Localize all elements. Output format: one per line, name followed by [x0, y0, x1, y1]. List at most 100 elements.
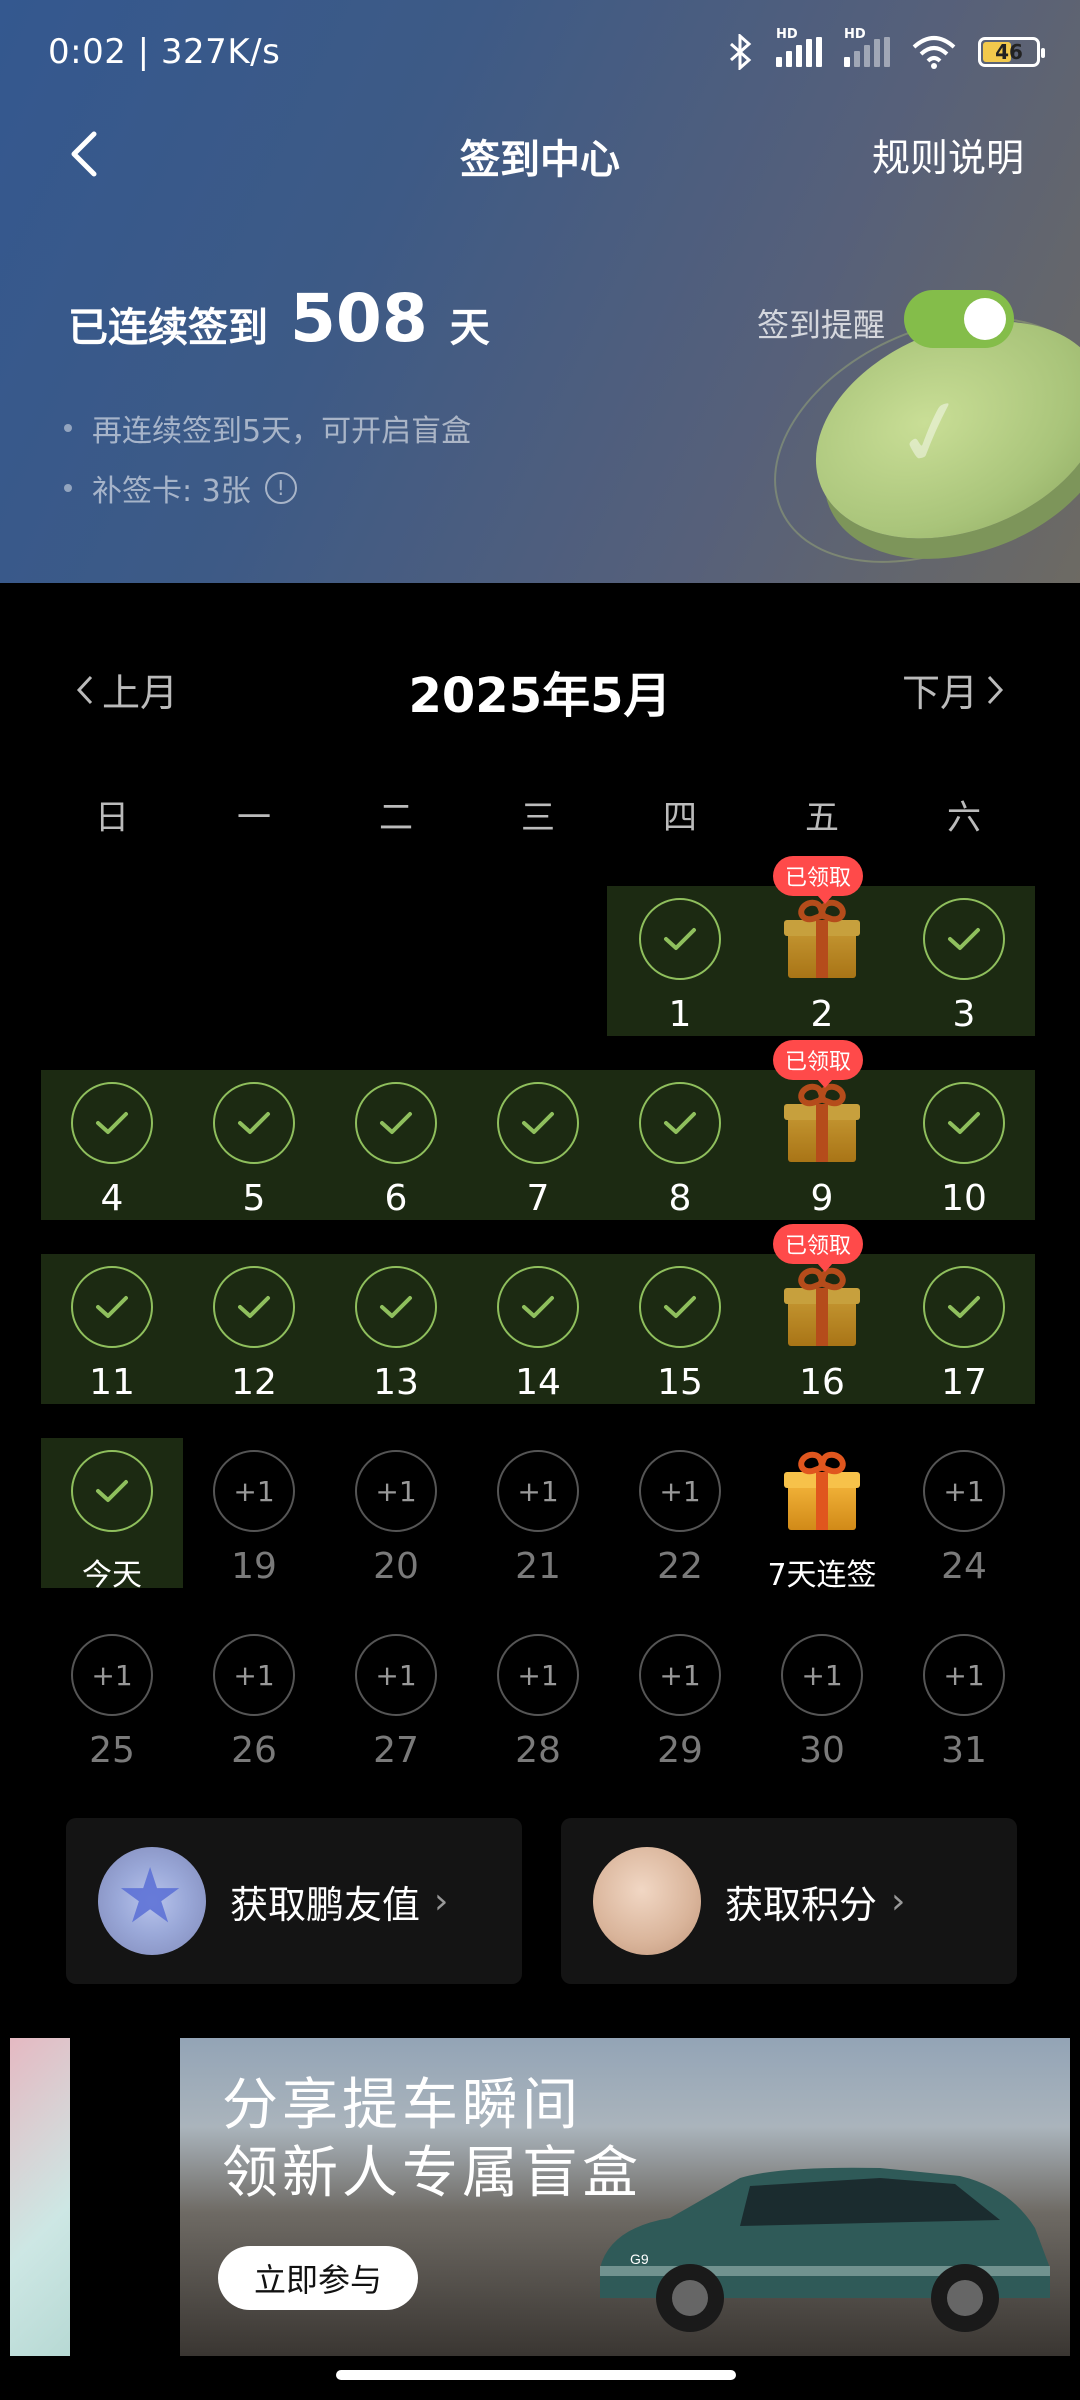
month-nav: 上月 2025年5月 下月: [0, 650, 1080, 724]
day-label: 9: [810, 1178, 834, 1219]
claimed-badge: 已领取: [773, 1224, 864, 1272]
day-label: 14: [515, 1362, 561, 1403]
day-label: 15: [657, 1362, 703, 1403]
day-label: 29: [657, 1730, 703, 1771]
banner-prev-slide[interactable]: [10, 2038, 70, 2356]
day-label: 22: [657, 1546, 703, 1587]
note-item: 再连续签到5天，可开启盲盒: [64, 398, 471, 458]
calendar-day[interactable]: +1 28: [467, 1622, 609, 1772]
calendar-day[interactable]: +1 29: [609, 1622, 751, 1772]
calendar-day[interactable]: 13: [325, 1254, 467, 1404]
calendar-day[interactable]: +1 30: [751, 1622, 893, 1772]
day-label: 12: [231, 1362, 277, 1403]
day-label: 3: [952, 994, 976, 1035]
calendar-day[interactable]: 11: [41, 1254, 183, 1404]
calendar-day[interactable]: 7: [467, 1070, 609, 1220]
hd-label: HD: [776, 27, 798, 42]
day-label: 21: [515, 1546, 561, 1587]
hd-label-2: HD: [844, 27, 866, 42]
calendar-day[interactable]: 4: [41, 1070, 183, 1220]
calendar-day[interactable]: 1: [609, 886, 751, 1036]
streak-suffix: 天: [449, 305, 490, 351]
weekday-sun: 日: [95, 798, 129, 838]
check-icon: [71, 1266, 153, 1348]
get-friend-value-card[interactable]: 获取鹏友值 ›: [66, 1818, 522, 1984]
note-item: 补签卡: 3张!: [64, 458, 471, 518]
calendar-day[interactable]: 17: [893, 1254, 1035, 1404]
check-icon: [639, 898, 721, 980]
day-label: 19: [231, 1546, 277, 1587]
calendar-day[interactable]: 7天连签: [751, 1438, 893, 1593]
rules-link[interactable]: 规则说明: [872, 127, 1024, 182]
promo-banner[interactable]: 分享提车瞬间 领新人专属盲盒 立即参与 G9: [180, 2038, 1070, 2356]
star-avatar-icon: [98, 1847, 206, 1955]
home-indicator[interactable]: [336, 2370, 736, 2380]
calendar-day[interactable]: +1 24: [893, 1438, 1035, 1588]
calendar-day[interactable]: +1 31: [893, 1622, 1035, 1772]
status-bar: 0:02 | 327K/s HD HD 46: [48, 27, 1045, 76]
gift-icon: [784, 1080, 860, 1164]
calendar-day[interactable]: +1 25: [41, 1622, 183, 1772]
info-icon[interactable]: !: [264, 472, 297, 504]
day-label: 30: [799, 1730, 845, 1771]
calendar-day[interactable]: +1 27: [325, 1622, 467, 1772]
calendar-day[interactable]: 6: [325, 1070, 467, 1220]
calendar-day[interactable]: 今天: [41, 1438, 183, 1593]
calendar-day[interactable]: 10: [893, 1070, 1035, 1220]
calendar-day[interactable]: 已领取 16: [751, 1224, 893, 1404]
calendar-day[interactable]: 8: [609, 1070, 751, 1220]
calendar-day[interactable]: 已领取 9: [751, 1040, 893, 1220]
check-icon: [213, 1082, 295, 1164]
check-icon: [923, 1082, 1005, 1164]
day-label: 5: [242, 1178, 266, 1219]
header: 0:02 | 327K/s HD HD 46 签到中心 规则说明 已连续签到 5…: [0, 0, 1080, 583]
calendar-day[interactable]: 5: [183, 1070, 325, 1220]
calendar-day[interactable]: +1 22: [609, 1438, 751, 1588]
plus-one-icon: +1: [213, 1634, 295, 1716]
check-icon: [639, 1082, 721, 1164]
next-month-button[interactable]: 下月: [902, 662, 1004, 717]
bluetooth-icon: [730, 34, 752, 70]
day-label: 17: [941, 1362, 987, 1403]
chevron-right-icon: [987, 675, 1004, 704]
plus-one-icon: +1: [639, 1634, 721, 1716]
weekday-header: 日 一 二 三 四 五 六: [41, 790, 1037, 839]
day-label: 8: [668, 1178, 692, 1219]
get-points-card[interactable]: 获取积分 ›: [561, 1818, 1017, 1984]
day-label: 16: [799, 1362, 845, 1403]
calendar-day[interactable]: 3: [893, 886, 1035, 1036]
calendar-day[interactable]: +1 21: [467, 1438, 609, 1588]
calendar-day[interactable]: +1 20: [325, 1438, 467, 1588]
weekday-tue: 二: [379, 798, 413, 838]
note-blindbox: 再连续签到5天，可开启盲盒: [92, 414, 472, 449]
day-label: 20: [373, 1546, 419, 1587]
day-label: 28: [515, 1730, 561, 1771]
streak-days: 508: [290, 280, 428, 357]
plus-one-icon: +1: [497, 1450, 579, 1532]
check-icon: [497, 1266, 579, 1348]
calendar-day[interactable]: 已领取 2: [751, 856, 893, 1036]
wifi-icon: [912, 36, 956, 69]
join-now-button[interactable]: 立即参与: [218, 2246, 418, 2310]
calendar-day[interactable]: 14: [467, 1254, 609, 1404]
check-icon: [923, 898, 1005, 980]
check-icon: [213, 1266, 295, 1348]
calendar-day[interactable]: +1 26: [183, 1622, 325, 1772]
note-makeup-card: 补签卡: 3张: [92, 474, 251, 509]
streak-prefix: 已连续签到: [68, 305, 268, 351]
weekday-sat: 六: [947, 798, 981, 838]
calendar-day[interactable]: +1 19: [183, 1438, 325, 1588]
reminder-label: 签到提醒: [756, 306, 885, 344]
coin-avatar-icon: [593, 1847, 701, 1955]
day-label: 13: [373, 1362, 419, 1403]
day-label: 7天连签: [767, 1558, 877, 1593]
claimed-badge: 已领取: [773, 1040, 864, 1088]
gift-icon: [784, 896, 860, 980]
day-label: 26: [231, 1730, 277, 1771]
reminder-toggle[interactable]: [904, 290, 1014, 348]
weekday-wed: 三: [521, 798, 555, 838]
calendar-day[interactable]: 15: [609, 1254, 751, 1404]
plus-one-icon: +1: [923, 1450, 1005, 1532]
plus-one-icon: +1: [781, 1634, 863, 1716]
calendar-day[interactable]: 12: [183, 1254, 325, 1404]
